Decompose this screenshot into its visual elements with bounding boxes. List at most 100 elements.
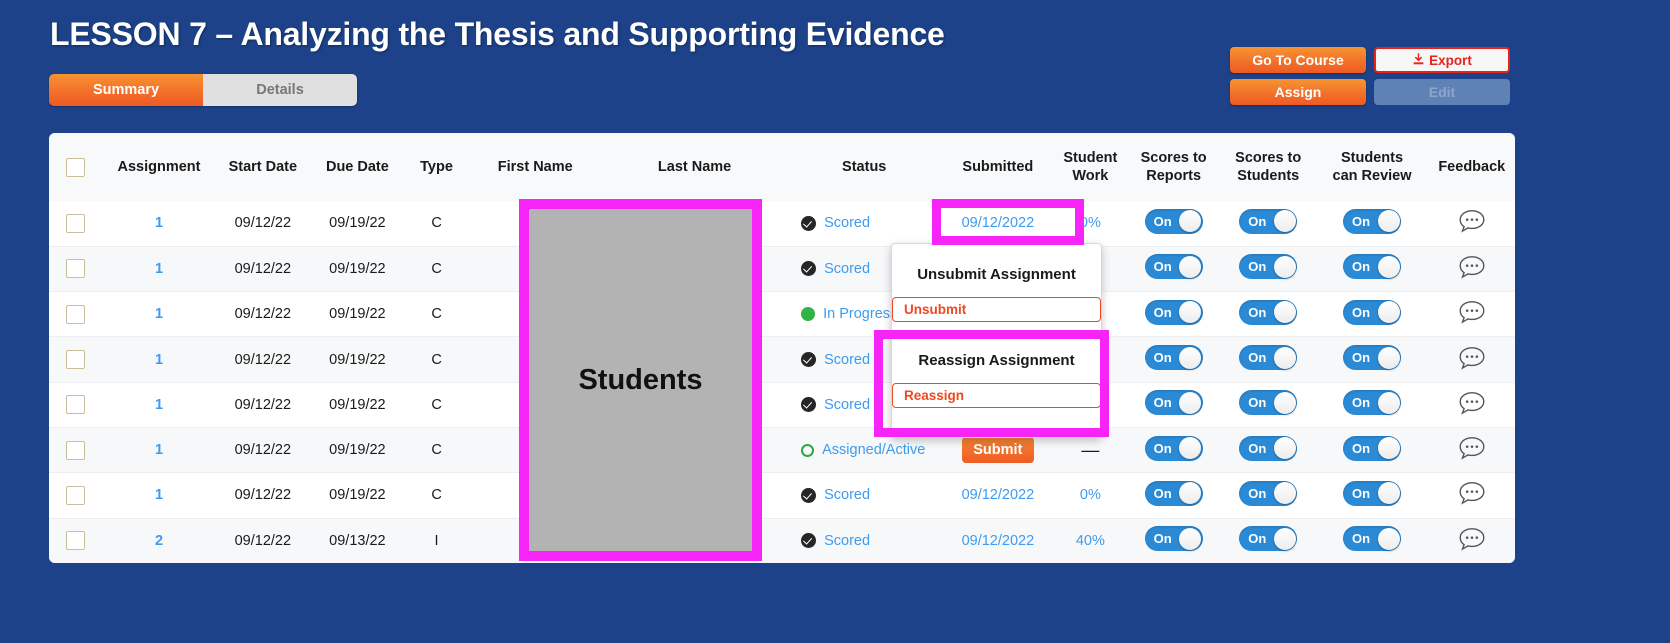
status-label[interactable]: In Progress [823, 306, 897, 322]
select-all-checkbox[interactable] [66, 157, 86, 177]
assignment-link[interactable]: 1 [155, 487, 163, 503]
scores-to-reports-toggle[interactable]: On [1144, 435, 1203, 461]
row-checkbox[interactable] [66, 213, 86, 233]
status-label[interactable]: Assigned/Active [822, 442, 925, 458]
scores-to-reports-toggle-knob [1179, 210, 1202, 233]
scores-to-reports-toggle[interactable]: On [1144, 254, 1203, 280]
row-checkbox[interactable] [66, 395, 86, 415]
col-scores-to-students[interactable]: Scores to Students [1221, 133, 1316, 201]
assignment-link[interactable]: 1 [155, 261, 163, 277]
col-submitted[interactable]: Submitted [941, 133, 1054, 201]
comment-icon[interactable] [1457, 526, 1487, 552]
scores-to-reports-toggle[interactable]: On [1144, 208, 1203, 234]
students-can-review-toggle[interactable]: On [1343, 208, 1402, 234]
col-last-name[interactable]: Last Name [602, 133, 787, 201]
due-date-cell: 09/13/22 [329, 532, 386, 549]
feedback-cell [1429, 473, 1515, 518]
status-label[interactable]: Scored [824, 487, 870, 503]
tab-summary[interactable]: Summary [49, 74, 203, 106]
students-can-review-toggle-knob [1377, 482, 1400, 505]
student-work-percent[interactable]: 0% [1080, 487, 1101, 503]
student-work-percent[interactable]: 40% [1076, 533, 1105, 549]
students-can-review-toggle[interactable]: On [1343, 526, 1402, 552]
assignment-link[interactable]: 1 [155, 215, 163, 231]
comment-icon[interactable] [1457, 390, 1487, 416]
row-checkbox[interactable] [66, 350, 86, 370]
col-start-date[interactable]: Start Date [216, 133, 311, 201]
students-can-review-toggle[interactable]: On [1343, 299, 1402, 325]
assignment-link[interactable]: 2 [155, 533, 163, 549]
due-date-cell: 09/19/22 [329, 215, 386, 232]
comment-icon[interactable] [1457, 435, 1487, 461]
status-label[interactable]: Scored [824, 261, 870, 277]
status-label[interactable]: Scored [824, 215, 870, 231]
row-checkbox[interactable] [66, 531, 86, 551]
scores-to-students-toggle[interactable]: On [1239, 526, 1298, 552]
scores-to-reports-toggle[interactable]: On [1144, 526, 1203, 552]
col-scores-to-reports[interactable]: Scores to Reports [1126, 133, 1221, 201]
unsubmit-button[interactable]: Unsubmit [892, 297, 1101, 322]
scores-to-students-toggle[interactable]: On [1239, 390, 1298, 416]
status-label[interactable]: Scored [824, 397, 870, 413]
col-feedback[interactable]: Feedback [1429, 133, 1515, 201]
scores-to-reports-toggle[interactable]: On [1144, 345, 1203, 371]
students-can-review-toggle[interactable]: On [1343, 435, 1402, 461]
col-status[interactable]: Status [787, 133, 941, 201]
assignment-link[interactable]: 1 [155, 397, 163, 413]
download-icon [1412, 50, 1425, 74]
comment-icon[interactable] [1457, 345, 1487, 371]
submitted-date-link[interactable]: 09/12/2022 [962, 533, 1035, 549]
scores-to-students-toggle[interactable]: On [1239, 208, 1298, 234]
row-select-cell [49, 201, 102, 246]
comment-icon[interactable] [1457, 299, 1487, 325]
export-button[interactable]: Export [1374, 47, 1510, 73]
scores-to-reports-toggle[interactable]: On [1144, 299, 1203, 325]
submit-button[interactable]: Submit [961, 437, 1034, 464]
submitted-date-link[interactable]: 09/12/2022 [962, 487, 1035, 503]
comment-icon[interactable] [1457, 480, 1487, 506]
scores-to-students-toggle[interactable]: On [1239, 435, 1298, 461]
scores-to-students-toggle[interactable]: On [1239, 345, 1298, 371]
scores-to-reports-toggle[interactable]: On [1144, 390, 1203, 416]
students-can-review-toggle-label: On [1352, 213, 1371, 229]
row-checkbox[interactable] [66, 259, 86, 279]
scores-to-reports-cell: On [1126, 292, 1221, 337]
type-cell: C [431, 396, 442, 413]
assign-button[interactable]: Assign [1230, 79, 1366, 105]
row-checkbox[interactable] [66, 485, 86, 505]
row-checkbox[interactable] [66, 304, 86, 324]
comment-icon[interactable] [1457, 254, 1487, 280]
comment-icon[interactable] [1457, 208, 1487, 234]
scores-to-reports-toggle[interactable]: On [1144, 480, 1203, 506]
col-assignment[interactable]: Assignment [102, 133, 215, 201]
col-due-date[interactable]: Due Date [310, 133, 405, 201]
row-select-cell [49, 382, 102, 427]
scores-to-students-toggle[interactable]: On [1239, 299, 1298, 325]
col-type[interactable]: Type [405, 133, 469, 201]
assignment-link[interactable]: 1 [155, 442, 163, 458]
col-first-name[interactable]: First Name [468, 133, 602, 201]
col-student-work[interactable]: Student Work [1054, 133, 1126, 201]
scores-to-students-toggle-knob [1273, 255, 1296, 278]
students-can-review-toggle-knob [1377, 210, 1400, 233]
tab-details[interactable]: Details [203, 74, 357, 106]
scores-to-reports-cell: On [1126, 337, 1221, 382]
type-cell: C [431, 351, 442, 368]
students-can-review-toggle[interactable]: On [1343, 390, 1402, 416]
go-to-course-button[interactable]: Go To Course [1230, 47, 1366, 73]
status-label[interactable]: Scored [824, 533, 870, 549]
scores-to-reports-toggle-knob [1179, 301, 1202, 324]
students-can-review-toggle[interactable]: On [1343, 345, 1402, 371]
scores-to-students-toggle[interactable]: On [1239, 254, 1298, 280]
col-students-can-review[interactable]: Students can Review [1316, 133, 1429, 201]
assignment-link[interactable]: 1 [155, 352, 163, 368]
students-can-review-toggle[interactable]: On [1343, 254, 1402, 280]
scores-to-students-cell: On [1221, 382, 1316, 427]
assignment-link[interactable]: 1 [155, 306, 163, 322]
scores-to-students-toggle-label: On [1248, 213, 1267, 229]
status-label[interactable]: Scored [824, 352, 870, 368]
students-can-review-toggle[interactable]: On [1343, 480, 1402, 506]
row-checkbox[interactable] [66, 440, 86, 460]
table-body: 1 09/12/22 09/19/22 C Scored 09/12/2022 0% On On… [49, 201, 1515, 563]
scores-to-students-toggle[interactable]: On [1239, 480, 1298, 506]
